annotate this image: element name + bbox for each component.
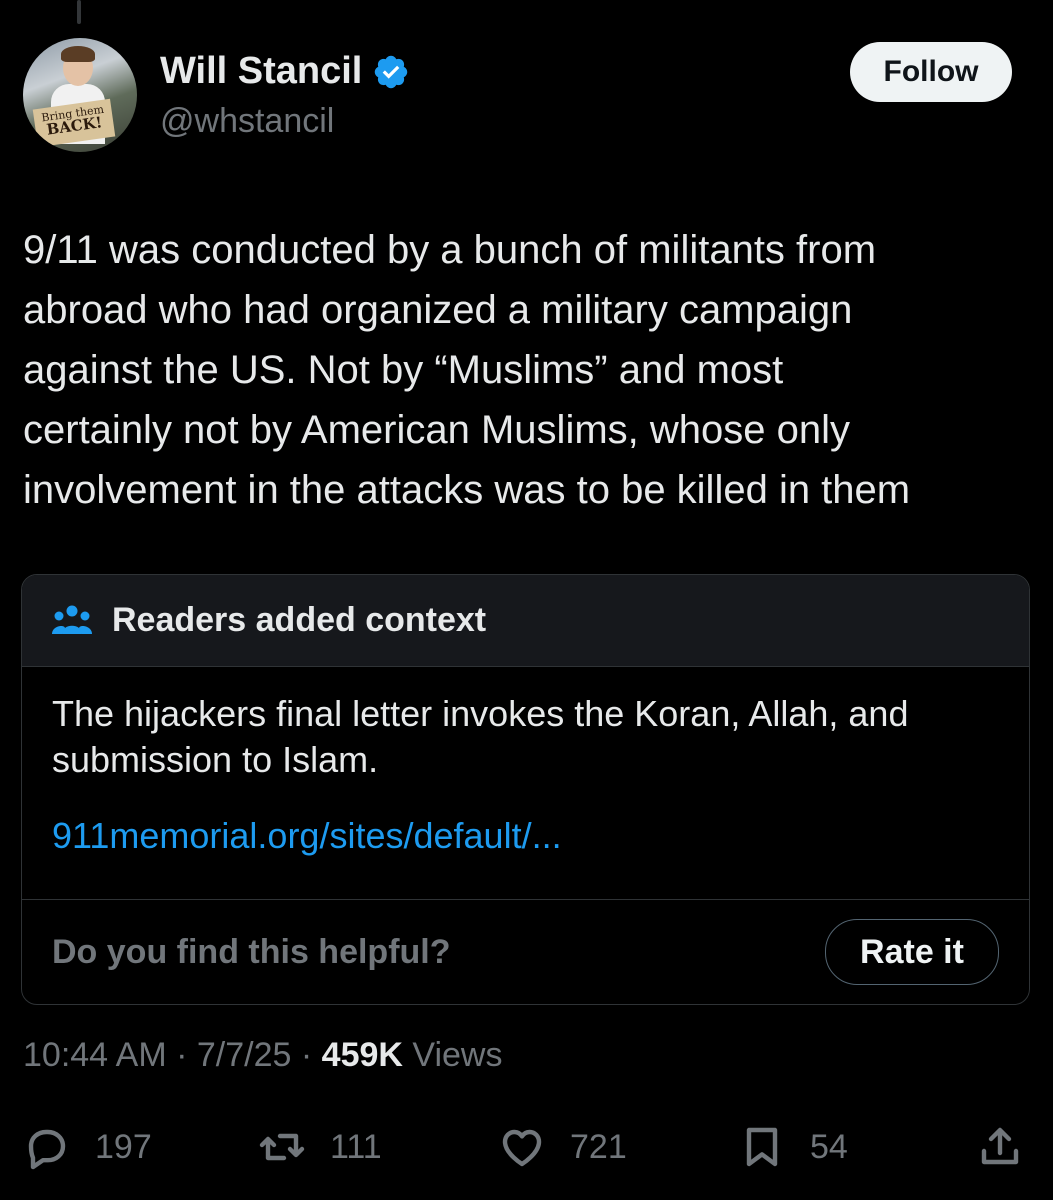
verified-badge-icon[interactable] [372, 53, 410, 91]
community-note-header[interactable]: Readers added context [22, 575, 1029, 667]
bookmark-button[interactable]: 54 [738, 1112, 848, 1182]
share-button[interactable] [976, 1112, 1048, 1182]
community-note-title: Readers added context [112, 601, 487, 639]
helpful-question: Do you find this helpful? [52, 932, 451, 971]
follow-button[interactable]: Follow [850, 42, 1012, 102]
bookmark-icon [746, 1127, 778, 1167]
community-note-link[interactable]: 911memorial.org/sites/default/... [52, 815, 999, 857]
action-bar: 197 111 721 54 [0, 1112, 1053, 1182]
thread-connector-line [77, 0, 81, 24]
reply-count: 197 [95, 1127, 152, 1166]
repost-button[interactable]: 111 [258, 1112, 382, 1182]
reply-button[interactable]: 197 [23, 1112, 152, 1182]
tweet-text: 9/11 was conducted by a bunch of militan… [23, 228, 911, 512]
author-name[interactable]: Will Stancil [160, 50, 362, 93]
tweet-meta: 10:44 AM · 7/7/25 · 459K Views [23, 1036, 502, 1075]
views-label: Views [412, 1036, 503, 1074]
rate-it-button[interactable]: Rate it [825, 919, 999, 985]
community-note-body: The hijackers final letter invokes the K… [22, 667, 1029, 857]
tweet-date[interactable]: 7/7/25 [197, 1036, 292, 1074]
avatar[interactable]: Bring them BACK! [23, 38, 137, 152]
repost-count: 111 [330, 1127, 382, 1166]
meta-separator: · [300, 1036, 313, 1074]
author-name-row[interactable]: Will Stancil [160, 50, 410, 93]
like-button[interactable]: 721 [498, 1112, 627, 1182]
people-icon [52, 605, 92, 634]
tweet-time[interactable]: 10:44 AM [23, 1036, 167, 1074]
meta-separator: · [176, 1036, 188, 1074]
heart-icon [502, 1129, 542, 1167]
community-note-text: The hijackers final letter invokes the K… [52, 693, 909, 780]
avatar-hair [61, 46, 95, 62]
bookmark-count: 54 [810, 1127, 848, 1166]
reply-icon [28, 1129, 66, 1170]
views-count: 459K [321, 1036, 403, 1074]
share-icon [981, 1127, 1019, 1165]
author-handle[interactable]: @whstancil [160, 102, 334, 141]
community-note: Readers added context The hijackers fina… [21, 574, 1030, 1005]
repost-icon [259, 1133, 305, 1161]
community-note-footer: Do you find this helpful? Rate it [22, 899, 1029, 1004]
like-count: 721 [570, 1127, 627, 1166]
